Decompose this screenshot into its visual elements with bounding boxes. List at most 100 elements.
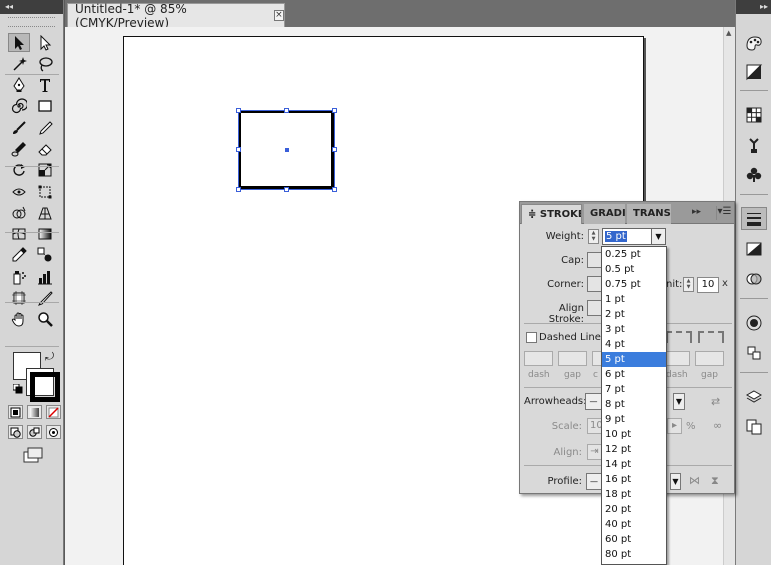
start-arrowhead-select[interactable]: — [585, 393, 602, 410]
scale-end-stepper[interactable]: ▸ [667, 418, 682, 434]
weight-option[interactable]: 40 pt [602, 517, 666, 532]
symbols-button[interactable] [741, 163, 767, 186]
weight-option[interactable]: 18 pt [602, 487, 666, 502]
weight-option[interactable]: 9 pt [602, 412, 666, 427]
color-button[interactable] [8, 405, 23, 419]
graphic-styles-button[interactable] [741, 311, 767, 334]
resize-handle-bottom[interactable] [284, 187, 289, 192]
dashed-line-checkbox[interactable] [526, 332, 537, 343]
stroke-color-swatch[interactable] [26, 368, 60, 402]
eyedropper-tool-button[interactable] [8, 246, 30, 265]
tab-transparency[interactable]: TRANSI [627, 204, 671, 224]
gap-field[interactable] [558, 351, 587, 366]
dock-header[interactable]: ▸▸ [736, 0, 771, 14]
magic-wand-tool-button[interactable] [8, 54, 30, 73]
lasso-tool-button[interactable] [34, 54, 56, 73]
weight-option[interactable]: 7 pt [602, 382, 666, 397]
end-arrowhead-dropdown[interactable]: ▼ [673, 393, 685, 410]
flip-across-icon[interactable]: ⧗ [711, 474, 719, 488]
direct-selection-tool-button[interactable] [34, 33, 56, 52]
pen-tool-button[interactable] [8, 76, 30, 95]
weight-stepper[interactable]: ▲ ▼ [588, 229, 599, 244]
collapse-dock-icon[interactable]: ▸▸ [760, 2, 768, 11]
weight-option[interactable]: 1 pt [602, 292, 666, 307]
weight-option[interactable]: 12 pt [602, 442, 666, 457]
shape-builder-tool-button[interactable] [8, 203, 30, 222]
weight-option[interactable]: 60 pt [602, 532, 666, 547]
close-tab-icon[interactable]: × [273, 10, 284, 21]
tab-gradient[interactable]: GRADIE [584, 204, 625, 224]
gradient-panel-button[interactable] [741, 60, 767, 83]
weight-option[interactable]: 10 pt [602, 427, 666, 442]
perspective-grid-tool-button[interactable] [34, 203, 56, 222]
resize-handle-left[interactable] [236, 147, 241, 152]
align-stroke-center-button[interactable] [587, 300, 602, 316]
align-button[interactable] [741, 341, 767, 364]
eraser-tool-button[interactable] [34, 139, 56, 158]
resize-handle-bottom-left[interactable] [236, 187, 241, 192]
artboards-button[interactable] [741, 415, 767, 438]
default-colors-icon[interactable] [13, 384, 23, 394]
column-graph-tool-button[interactable] [34, 267, 56, 286]
dash-style-preserve-icon[interactable] [666, 331, 692, 343]
swap-arrowheads-icon[interactable]: ⇄ [711, 395, 720, 408]
gap-field[interactable] [695, 351, 724, 366]
symbol-sprayer-tool-button[interactable] [8, 267, 30, 286]
draw-inside-button[interactable] [46, 425, 61, 439]
dash-field[interactable] [524, 351, 553, 366]
flip-along-icon[interactable]: ⋈ [689, 474, 700, 487]
tools-panel-header[interactable]: ◂◂ [0, 0, 63, 14]
align-arrow-tip-button[interactable]: ⇥ [587, 444, 602, 460]
color-guide-button[interactable] [741, 31, 767, 54]
expand-panel-icon[interactable]: ▸▸ [692, 207, 701, 217]
spiral-tool-button[interactable] [8, 97, 30, 116]
weight-option[interactable]: 2 pt [602, 307, 666, 322]
gradient-tool-button[interactable] [34, 225, 56, 244]
zoom-tool-button[interactable] [34, 310, 56, 329]
tools-panel-grip[interactable] [8, 17, 55, 27]
mesh-tool-button[interactable] [8, 225, 30, 244]
dash-style-align-icon[interactable] [698, 331, 724, 343]
weight-option[interactable]: 4 pt [602, 337, 666, 352]
artboard-tool-button[interactable] [8, 289, 30, 308]
paintbrush-tool-button[interactable] [8, 118, 30, 137]
pencil-tool-button[interactable] [34, 118, 56, 137]
panel-menu-icon[interactable]: ▾☰ [716, 206, 732, 220]
limit-input[interactable]: 10 [697, 277, 719, 293]
weight-option[interactable]: 0.75 pt [602, 277, 666, 292]
brushes-button[interactable] [741, 133, 767, 156]
hand-tool-button[interactable] [8, 310, 30, 329]
appearance-button[interactable] [741, 267, 767, 290]
swap-fill-stroke-icon[interactable]: ⤾ [45, 350, 54, 364]
weight-option[interactable]: 20 pt [602, 502, 666, 517]
weight-option[interactable]: 80 pt [602, 547, 666, 562]
limit-stepper[interactable]: ▲ ▼ [683, 277, 694, 292]
profile-dropdown[interactable]: ▼ [670, 473, 681, 490]
resize-handle-top-right[interactable] [332, 108, 337, 113]
selection-tool-button[interactable] [8, 33, 30, 52]
weight-dropdown-button[interactable]: ▼ [651, 228, 666, 245]
scroll-up-icon[interactable]: ▲ [726, 29, 731, 37]
link-scale-icon[interactable]: ∞ [713, 419, 722, 432]
draw-behind-button[interactable] [27, 425, 42, 439]
slice-tool-button[interactable] [34, 289, 56, 308]
weight-option[interactable]: 0.25 pt [602, 247, 666, 262]
scale-start-input[interactable]: 10 [587, 418, 603, 434]
resize-handle-right[interactable] [332, 147, 337, 152]
free-transform-tool-button[interactable] [34, 182, 56, 201]
gradient-button[interactable] [27, 405, 42, 419]
draw-normal-button[interactable] [8, 425, 23, 439]
weight-option[interactable]: 3 pt [602, 322, 666, 337]
weight-option[interactable]: 5 pt [602, 352, 666, 367]
rectangle-tool-button[interactable] [34, 97, 56, 116]
resize-handle-bottom-right[interactable] [332, 187, 337, 192]
stroke-panel-button[interactable] [741, 207, 767, 230]
width-tool-button[interactable] [8, 182, 30, 201]
weight-option[interactable]: 16 pt [602, 472, 666, 487]
screen-mode-button[interactable] [22, 446, 44, 464]
resize-handle-top[interactable] [284, 108, 289, 113]
rotate-tool-button[interactable] [8, 161, 30, 180]
transparency-button[interactable] [741, 237, 767, 260]
none-button[interactable] [46, 405, 61, 419]
profile-select[interactable]: — [586, 473, 602, 490]
